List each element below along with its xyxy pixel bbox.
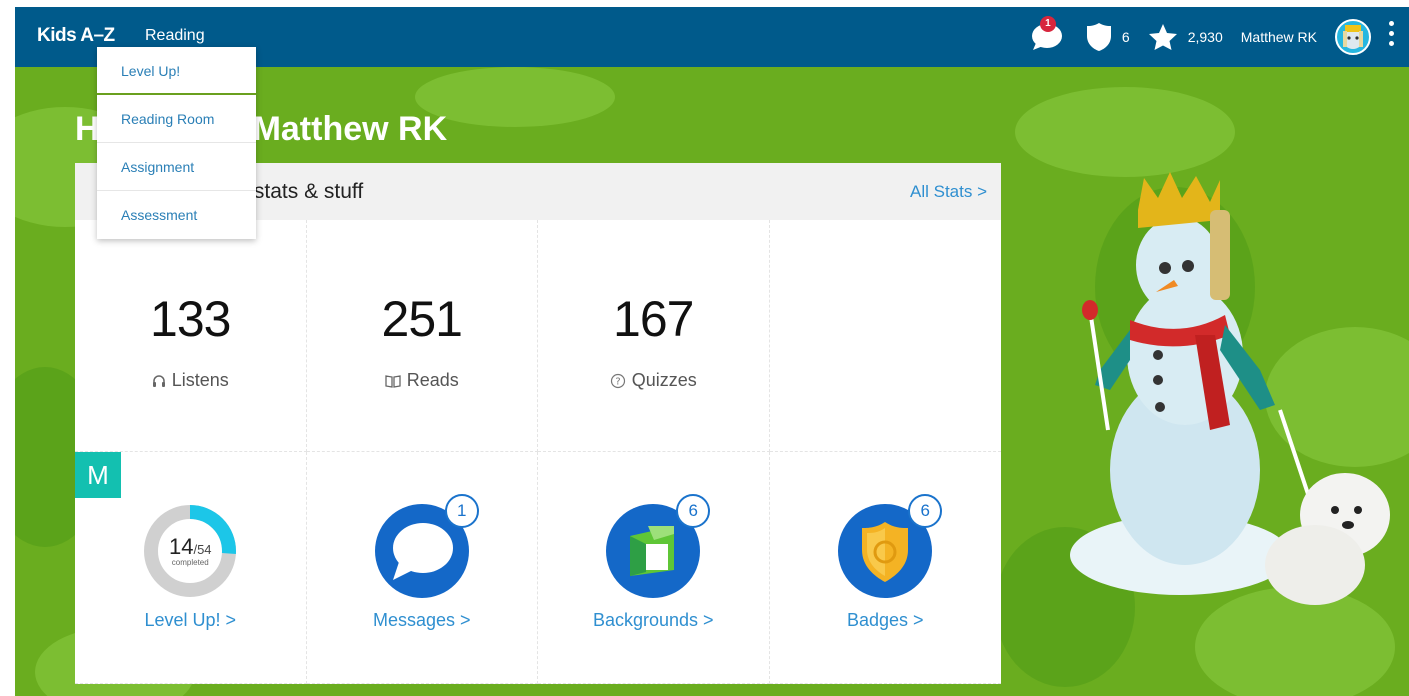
badges-count-badge: 6 xyxy=(908,494,943,528)
dropdown-item-reading-room[interactable]: Reading Room xyxy=(97,95,256,143)
avatar[interactable] xyxy=(1335,19,1371,55)
listens-stat: 133 Listens xyxy=(75,220,307,452)
dropdown-item-assignment[interactable]: Assignment xyxy=(97,143,256,191)
question-icon: ? xyxy=(610,373,625,388)
user-menu[interactable]: Matthew RK xyxy=(1241,19,1409,55)
book-icon xyxy=(385,374,401,388)
reads-label: Reads xyxy=(406,370,459,390)
reads-stat: 251 Reads xyxy=(306,220,538,452)
levelup-link[interactable]: Level Up! > xyxy=(75,610,306,631)
quizzes-label: Quizzes xyxy=(631,370,697,390)
badges-icon-circle: 6 xyxy=(838,494,943,598)
messages-button[interactable]: 1 xyxy=(1030,16,1064,52)
backgrounds-icon-circle: 6 xyxy=(606,494,711,598)
shield-count: 6 xyxy=(1121,29,1130,45)
levelup-done: 14 xyxy=(168,534,194,559)
all-stats-link[interactable]: All Stats > xyxy=(910,182,987,202)
badges-tile[interactable]: 6 Badges > xyxy=(769,452,1002,684)
empty-stat-cell xyxy=(769,220,1001,452)
listens-label: Listens xyxy=(171,370,229,390)
headphones-icon xyxy=(152,374,165,387)
message-count-badge: 1 xyxy=(1039,16,1056,32)
quizzes-stat: 167 ? Quizzes xyxy=(538,220,770,452)
backgrounds-count-badge: 6 xyxy=(676,494,711,528)
backgrounds-tile[interactable]: 6 Backgrounds > xyxy=(538,452,770,684)
levelup-tile[interactable]: M 14/54 completed Level Up! > xyxy=(75,452,307,684)
levelup-total: /54 xyxy=(193,542,212,557)
stats-card: Yuper stats & stuff All Stats > 133 List… xyxy=(75,163,1001,684)
stats-grid: 133 Listens 251 Reads 167 ? Quizzes M 14… xyxy=(75,220,1001,684)
star-count: 2,930 xyxy=(1187,29,1223,45)
messages-icon-circle: 1 xyxy=(374,494,479,598)
star-counter[interactable]: 2,930 xyxy=(1148,23,1223,51)
star-icon xyxy=(1148,24,1177,50)
svg-text:?: ? xyxy=(615,376,620,387)
messages-link[interactable]: Messages > xyxy=(307,610,538,631)
levelup-caption: completed xyxy=(171,558,209,567)
badges-link[interactable]: Badges > xyxy=(770,610,1002,631)
messages-tile[interactable]: 1 Messages > xyxy=(306,452,538,684)
brand-logo[interactable]: Kids A–Z xyxy=(37,25,115,47)
nav-reading[interactable]: Reading xyxy=(145,27,205,45)
backgrounds-link[interactable]: Backgrounds > xyxy=(538,610,769,631)
dropdown-item-assessment[interactable]: Assessment xyxy=(97,191,256,239)
dropdown-item-level-up[interactable]: Level Up! xyxy=(97,47,256,95)
shield-counter[interactable]: 6 xyxy=(1086,22,1130,52)
reading-dropdown-menu: Level Up! Reading Room Assignment Assess… xyxy=(97,47,256,239)
quizzes-count: 167 xyxy=(613,291,694,347)
snowman-avatar-illustration xyxy=(1070,172,1390,605)
header-right: 1 6 2,930 Matthew RK xyxy=(1030,7,1409,67)
listens-count: 133 xyxy=(150,291,231,347)
user-name: Matthew RK xyxy=(1240,29,1317,45)
shield-icon xyxy=(1086,23,1111,51)
kebab-menu-icon[interactable] xyxy=(1387,21,1395,53)
reads-count: 251 xyxy=(381,291,463,347)
m-level-tag: M xyxy=(75,452,121,498)
levelup-progress-ring: 14/54 completed xyxy=(143,504,237,598)
messages-count-badge: 1 xyxy=(444,494,479,528)
